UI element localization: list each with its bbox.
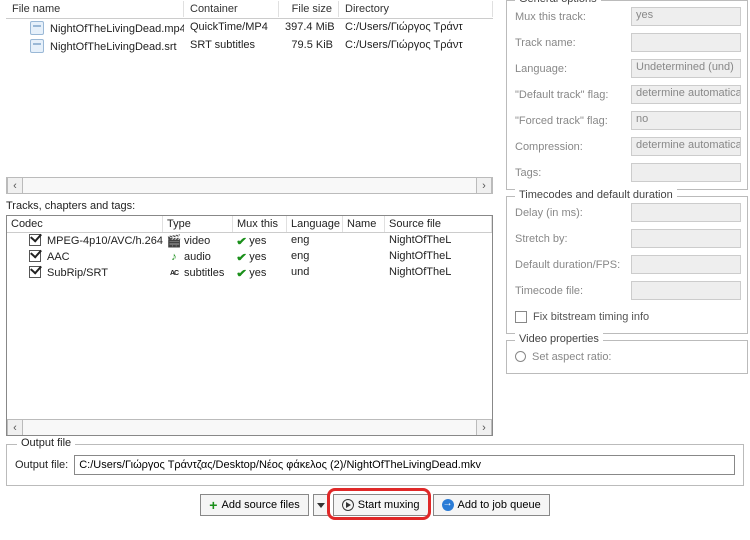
bottom-toolbar: + Add source files Start muxing Add to j… (6, 486, 744, 516)
language-select[interactable]: Undetermined (und) (631, 59, 741, 78)
default-flag-select[interactable]: determine automatically (631, 85, 741, 104)
video-properties-group: Video properties Set aspect ratio: (506, 340, 748, 374)
col-directory[interactable]: Directory (339, 1, 493, 17)
track-checkbox[interactable] (29, 250, 41, 262)
track-checkbox[interactable] (29, 234, 41, 246)
add-source-dropdown[interactable] (313, 494, 329, 516)
check-icon: ✔ (236, 251, 247, 264)
compression-label: Compression: (515, 141, 631, 153)
forced-flag-select[interactable]: no (631, 111, 741, 130)
delay-input[interactable] (631, 203, 741, 222)
file-table-header: File name Container File size Directory (6, 0, 493, 19)
group-title: Video properties (515, 333, 603, 345)
col-filesize[interactable]: File size (279, 1, 339, 17)
col-container[interactable]: Container (184, 1, 279, 17)
add-source-files-button[interactable]: + Add source files (200, 494, 308, 516)
tracks-label: Tracks, chapters and tags: (6, 200, 493, 212)
track-name-input[interactable] (631, 33, 741, 52)
track-name-label: Track name: (515, 37, 631, 49)
output-file-fieldset: Output file Output file: (6, 444, 744, 486)
fps-input[interactable] (631, 255, 741, 274)
track-row[interactable]: MPEG-4p10/AVC/h.264video✔ yesengNightOfT… (7, 233, 492, 249)
timecode-file-label: Timecode file: (515, 285, 631, 297)
forced-flag-label: "Forced track" flag: (515, 115, 631, 127)
start-muxing-button[interactable]: Start muxing (333, 494, 429, 516)
timecode-file-input[interactable] (631, 281, 741, 300)
check-icon: ✔ (236, 235, 247, 248)
audio-icon (167, 250, 181, 264)
col-type[interactable]: Type (163, 216, 233, 232)
fix-bitstream-checkbox[interactable] (515, 311, 527, 323)
tracks-hscrollbar[interactable]: ‹ › (7, 419, 492, 435)
output-file-title: Output file (17, 437, 75, 449)
general-options-group: General options Mux this track:yes Track… (506, 0, 748, 190)
sub-icon (167, 266, 181, 280)
output-file-input[interactable] (74, 455, 735, 475)
mux-track-label: Mux this track: (515, 11, 631, 23)
play-icon (342, 499, 354, 511)
compression-select[interactable]: determine automatically (631, 137, 741, 156)
delay-label: Delay (in ms): (515, 207, 631, 219)
scroll-left-icon[interactable]: ‹ (7, 420, 23, 435)
queue-icon (442, 499, 454, 511)
stretch-label: Stretch by: (515, 233, 631, 245)
track-checkbox[interactable] (29, 266, 41, 278)
output-file-label: Output file: (15, 459, 68, 471)
track-row[interactable]: SubRip/SRTsubtitles✔ yesundNightOfTheL (7, 265, 492, 281)
btn-label: Start muxing (358, 499, 420, 511)
file-icon (30, 21, 44, 35)
video-icon (167, 234, 181, 248)
aspect-ratio-label: Set aspect ratio: (532, 351, 612, 363)
file-hscrollbar[interactable]: ‹ › (6, 177, 493, 194)
mux-track-select[interactable]: yes (631, 7, 741, 26)
btn-label: Add source files (221, 499, 299, 511)
check-icon: ✔ (236, 267, 247, 280)
fix-bitstream-label: Fix bitstream timing info (533, 311, 649, 323)
file-row[interactable]: NightOfTheLivingDead.mp4QuickTime/MP4397… (6, 19, 493, 37)
timecodes-group: Timecodes and default duration Delay (in… (506, 196, 748, 334)
stretch-input[interactable] (631, 229, 741, 248)
tracks-header: Codec Type Mux this Language Name Source… (7, 216, 492, 233)
col-language[interactable]: Language (287, 216, 343, 232)
tags-label: Tags: (515, 167, 631, 179)
group-title: Timecodes and default duration (515, 189, 677, 201)
fps-label: Default duration/FPS: (515, 259, 631, 271)
file-icon (30, 39, 44, 53)
col-filename[interactable]: File name (6, 1, 184, 17)
scroll-right-icon[interactable]: › (476, 420, 492, 435)
scroll-left-icon[interactable]: ‹ (7, 178, 23, 193)
source-files-area: File name Container File size Directory … (6, 0, 493, 194)
track-row[interactable]: AACaudio✔ yesengNightOfTheL (7, 249, 492, 265)
plus-icon: + (209, 500, 217, 510)
tags-input[interactable] (631, 163, 741, 182)
default-flag-label: "Default track" flag: (515, 89, 631, 101)
col-codec[interactable]: Codec (7, 216, 163, 232)
scroll-track[interactable] (23, 420, 476, 435)
file-row[interactable]: NightOfTheLivingDead.srtSRT subtitles79.… (6, 37, 493, 55)
col-name[interactable]: Name (343, 216, 385, 232)
add-to-queue-button[interactable]: Add to job queue (433, 494, 550, 516)
group-title: General options (515, 0, 601, 5)
scroll-track[interactable] (23, 178, 476, 193)
col-muxthis[interactable]: Mux this (233, 216, 287, 232)
file-table[interactable]: File name Container File size Directory … (6, 0, 493, 175)
language-label: Language: (515, 63, 631, 75)
aspect-ratio-radio[interactable] (515, 351, 526, 362)
scroll-right-icon[interactable]: › (476, 178, 492, 193)
tracks-table[interactable]: Codec Type Mux this Language Name Source… (6, 215, 493, 436)
btn-label: Add to job queue (458, 499, 541, 511)
col-sourcefile[interactable]: Source file (385, 216, 492, 232)
